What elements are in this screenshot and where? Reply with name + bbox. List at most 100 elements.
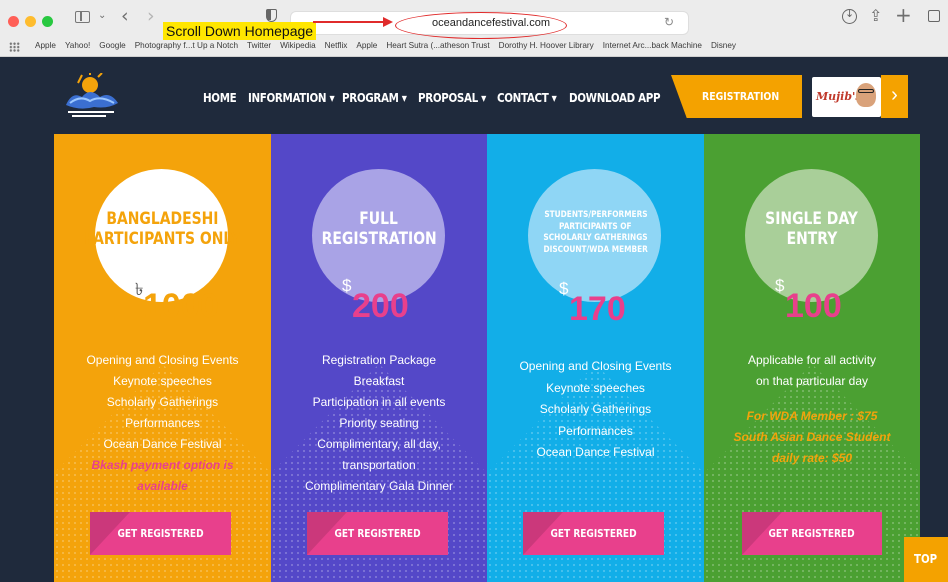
feature-list: Registration Package Breakfast Participa…	[271, 350, 487, 497]
button-label: GET REGISTERED	[768, 527, 856, 540]
feature-item: Priority seating	[339, 416, 419, 430]
card-title-line: REGISTRATION	[321, 228, 437, 249]
feature-item: Registration Package	[321, 353, 437, 367]
feature-item: Complimentary Gala Dinner	[304, 479, 454, 493]
price-amount: 170	[569, 290, 626, 328]
card-title: STUDENTS/PERFORMERS PARTICIPANTS OF SCHO…	[487, 210, 704, 257]
get-registered-button[interactable]: GET REGISTERED	[742, 512, 882, 555]
tabs-icon[interactable]	[928, 10, 940, 22]
top-button-label: TOP	[914, 552, 938, 566]
feature-item: transportation	[342, 458, 416, 472]
pricing-card-students: STUDENTS/PERFORMERS PARTICIPANTS OF SCHO…	[487, 134, 704, 582]
feature-item: Participation in all events	[312, 395, 446, 409]
festival-logo[interactable]	[60, 73, 130, 123]
price-amount: 100	[785, 287, 842, 325]
feature-list: Applicable for all activity on that part…	[704, 350, 920, 469]
annotation-caption: Scroll Down Homepage	[163, 22, 317, 40]
chevron-down-icon[interactable]: ⌄	[98, 10, 106, 21]
back-icon[interactable]: ‹	[121, 5, 129, 27]
shield-icon[interactable]	[266, 9, 277, 22]
feature-item: Opening and Closing Events	[86, 353, 239, 367]
bookmark-item[interactable]: Wikipedia	[280, 41, 316, 50]
card-title-line: SCHOLARLY GATHERINGS	[543, 233, 648, 244]
feature-list: Opening and Closing Events Keynote speec…	[54, 350, 271, 497]
nav-contact[interactable]: CONTACT ▾	[497, 91, 557, 105]
card-title-line: FULL	[359, 209, 399, 229]
sidebar-icon[interactable]	[75, 11, 90, 23]
window-controls	[8, 16, 53, 27]
browser-window: ⌄ ‹ › oceandancefestival.com ↻ ⇪ + Scrol…	[0, 0, 948, 582]
bookmark-item[interactable]: Netflix	[325, 41, 348, 50]
button-label: GET REGISTERED	[550, 527, 637, 540]
download-icon[interactable]	[842, 7, 857, 24]
registration-label: REGISTRATION	[702, 90, 780, 103]
minimize-window-button[interactable]	[25, 16, 36, 27]
annotation-arrow	[313, 21, 387, 23]
nav-home[interactable]: HOME	[203, 91, 237, 105]
feature-item: Breakfast	[353, 374, 405, 388]
bookmark-item[interactable]: Disney	[711, 41, 736, 50]
pricing-card-single-day: SINGLE DAY ENTRY $ 100 Applicable for al…	[704, 134, 920, 582]
bookmark-item[interactable]: Internet Arc...back Machine	[603, 41, 702, 50]
payment-note: Bkash payment option is	[91, 458, 234, 472]
feature-item: Ocean Dance Festival	[536, 445, 655, 459]
feature-item: Complimentary, all day,	[317, 437, 441, 451]
bookmark-item[interactable]: Yahoo!	[65, 41, 90, 50]
nav-download-app[interactable]: DOWNLOAD APP	[569, 91, 661, 105]
feature-item: Performances	[125, 416, 200, 430]
nav-program[interactable]: PROGRAM ▾	[342, 91, 407, 105]
bookmark-item[interactable]: Apple	[356, 41, 377, 50]
get-registered-button[interactable]: GET REGISTERED	[90, 512, 231, 555]
share-icon[interactable]: ⇪	[869, 6, 882, 25]
chevron-right-icon[interactable]: ›	[881, 75, 908, 118]
card-title: SINGLE DAY ENTRY	[704, 209, 920, 249]
card-title-line: ENTRY	[786, 228, 838, 249]
button-label: GET REGISTERED	[334, 527, 421, 540]
card-title-line: SINGLE DAY	[765, 209, 859, 229]
discount-note: For WDA Member : $75	[746, 409, 878, 423]
card-title: FULL REGISTRATION	[271, 209, 487, 249]
feature-item: Applicable for all activity	[747, 353, 877, 367]
nav-proposal[interactable]: PROPOSAL ▾	[418, 91, 486, 105]
close-window-button[interactable]	[8, 16, 19, 27]
bookmark-item[interactable]: Google	[99, 41, 125, 50]
card-title-line: BANGLADESHI	[106, 209, 219, 229]
bookmark-item[interactable]: Apple	[35, 41, 56, 50]
get-registered-button[interactable]: GET REGISTERED	[307, 512, 448, 555]
card-title-line: STUDENTS/PERFORMERS	[543, 210, 648, 220]
feature-item: Scholarly Gatherings	[106, 395, 219, 409]
feature-item: Scholarly Gatherings	[539, 402, 652, 416]
card-title: BANGLADESHI PARTICIPANTS ONLY	[54, 209, 271, 249]
price-amount: 1000	[143, 287, 219, 325]
mujib-logo[interactable]: Mujib's	[812, 77, 881, 117]
card-title-line: PARTICIPANTS OF	[559, 221, 632, 232]
bookmark-item[interactable]: Twitter	[247, 41, 271, 50]
bookmark-item[interactable]: Heart Sutra (...atheson Trust	[386, 41, 489, 50]
currency-symbol: $	[775, 276, 785, 295]
glasses-shape	[858, 89, 874, 93]
grid-icon[interactable]	[9, 42, 20, 52]
scroll-to-top-button[interactable]: TOP	[904, 537, 948, 582]
plus-icon[interactable]: +	[895, 3, 912, 27]
pricing-card-bangladeshi: BANGLADESHI PARTICIPANTS ONLY ৳ 1000 Ope…	[54, 134, 271, 582]
bookmark-list: Apple Yahoo! Google Photography f...t Up…	[35, 41, 736, 50]
annotation-arrow-head	[383, 17, 393, 27]
nav-information[interactable]: INFORMATION ▾	[248, 91, 335, 105]
feature-item: on that particular day	[755, 374, 869, 388]
forward-icon[interactable]: ›	[147, 5, 155, 27]
feature-item: Opening and Closing Events	[519, 359, 672, 373]
button-label: GET REGISTERED	[117, 527, 204, 540]
feature-item: Keynote speeches	[113, 374, 212, 388]
currency-symbol: $	[342, 276, 352, 295]
pricing-card-full: FULL REGISTRATION $ 200 Registration Pac…	[271, 134, 487, 582]
bookmark-item[interactable]: Dorothy H. Hoover Library	[499, 41, 594, 50]
portrait-image	[856, 83, 876, 107]
bookmark-item[interactable]: Photography f...t Up a Notch	[135, 41, 238, 50]
registration-button[interactable]: REGISTRATION	[671, 75, 802, 118]
discount-note: South Asian Dance Student	[733, 430, 891, 444]
get-registered-button[interactable]: GET REGISTERED	[523, 512, 664, 555]
payment-note: available	[137, 479, 188, 493]
maximize-window-button[interactable]	[42, 16, 53, 27]
reload-icon[interactable]: ↻	[664, 15, 674, 29]
feature-item: Keynote speeches	[546, 380, 645, 395]
